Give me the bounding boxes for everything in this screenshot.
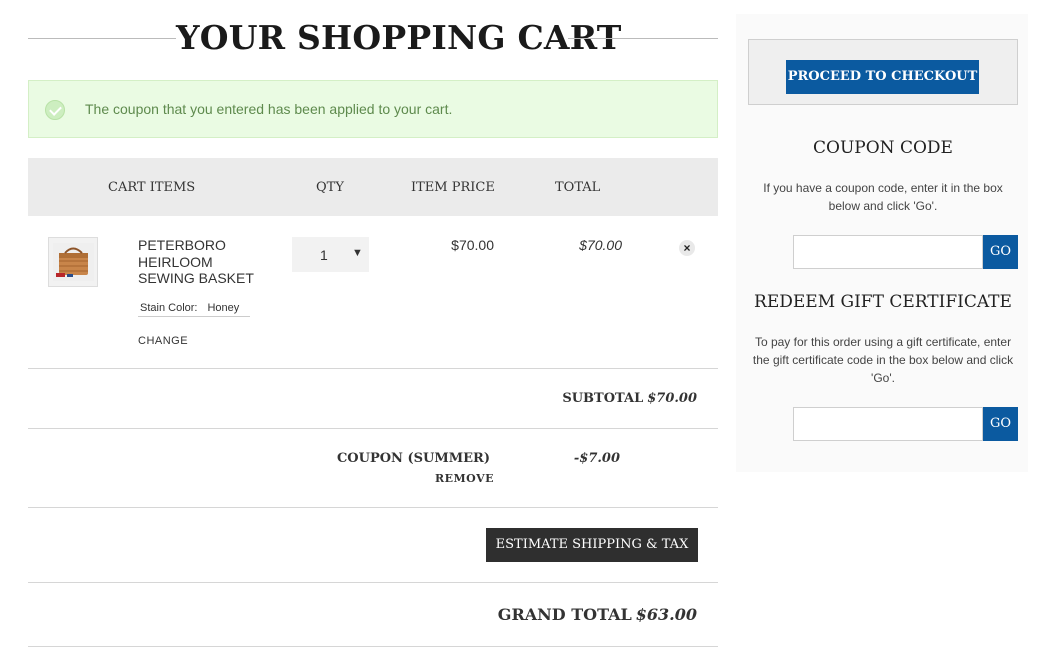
divider bbox=[28, 582, 718, 583]
coupon-label: COUPON (SUMMER) bbox=[336, 451, 490, 466]
product-name[interactable]: PETERBORO HEIRLOOM SEWING BASKET bbox=[138, 237, 268, 287]
header-rule-right bbox=[568, 38, 718, 39]
caret-down-icon: ▼ bbox=[352, 247, 363, 259]
option-label: Stain Color: bbox=[140, 302, 198, 314]
subtotal-label: SUBTOTAL bbox=[562, 391, 644, 406]
divider bbox=[28, 428, 718, 429]
product-thumbnail[interactable] bbox=[48, 237, 98, 287]
column-header-qty: QTY bbox=[316, 180, 344, 195]
gift-certificate-description: To pay for this order using a gift certi… bbox=[752, 335, 1014, 385]
page-header: YOUR SHOPPING CART bbox=[28, 14, 718, 62]
coupon-remove-link[interactable]: REMOVE bbox=[435, 472, 494, 485]
coupon-code-description: If you have a coupon code, enter it in t… bbox=[763, 181, 1003, 213]
coupon-code-title: COUPON CODE bbox=[813, 138, 953, 158]
column-header-total: TOTAL bbox=[555, 180, 601, 195]
gift-certificate-input[interactable] bbox=[793, 407, 983, 441]
page-title: YOUR SHOPPING CART bbox=[176, 18, 622, 57]
divider bbox=[28, 646, 718, 647]
subtotal-value: $70.00 bbox=[647, 391, 697, 406]
alert-message: The coupon that you entered has been app… bbox=[85, 101, 453, 117]
coupon-go-button[interactable]: GO bbox=[983, 235, 1018, 269]
divider bbox=[28, 507, 718, 508]
gift-certificate-title: REDEEM GIFT CERTIFICATE bbox=[754, 292, 1012, 312]
coupon-code-input[interactable] bbox=[793, 235, 983, 269]
check-circle-icon bbox=[45, 100, 65, 120]
grand-total: GRAND TOTAL $63.00 bbox=[498, 605, 697, 624]
coupon-success-alert: The coupon that you entered has been app… bbox=[28, 80, 718, 138]
change-option-link[interactable]: CHANGE bbox=[138, 335, 188, 347]
quantity-select[interactable]: 1 ▼ bbox=[292, 237, 369, 272]
item-price: $70.00 bbox=[451, 237, 494, 253]
sewing-basket-image bbox=[53, 243, 94, 281]
header-rule-left bbox=[28, 38, 176, 39]
cart-page: YOUR SHOPPING CART The coupon that you e… bbox=[0, 0, 1041, 661]
remove-item-icon[interactable]: × bbox=[679, 240, 695, 256]
option-value: Honey bbox=[207, 302, 240, 314]
coupon-discount-value: -$7.00 bbox=[573, 451, 620, 466]
divider bbox=[28, 368, 718, 369]
product-option: Stain Color: Honey bbox=[138, 302, 250, 317]
proceed-to-checkout-button[interactable]: PROCEED TO CHECKOUT bbox=[786, 60, 979, 94]
quantity-value: 1 bbox=[320, 247, 328, 263]
column-header-cart-items: CART ITEMS bbox=[108, 180, 196, 195]
column-header-item-price: ITEM PRICE bbox=[411, 180, 495, 195]
grand-total-label: GRAND TOTAL bbox=[497, 605, 632, 624]
gift-go-button[interactable]: GO bbox=[983, 407, 1018, 441]
estimate-shipping-button[interactable]: ESTIMATE SHIPPING & TAX bbox=[486, 528, 698, 562]
cart-table-header: CART ITEMS QTY ITEM PRICE TOTAL bbox=[28, 158, 718, 216]
item-total: $70.00 bbox=[579, 237, 622, 253]
grand-total-value: $63.00 bbox=[635, 605, 697, 624]
subtotal: SUBTOTAL $70.00 bbox=[562, 391, 697, 406]
